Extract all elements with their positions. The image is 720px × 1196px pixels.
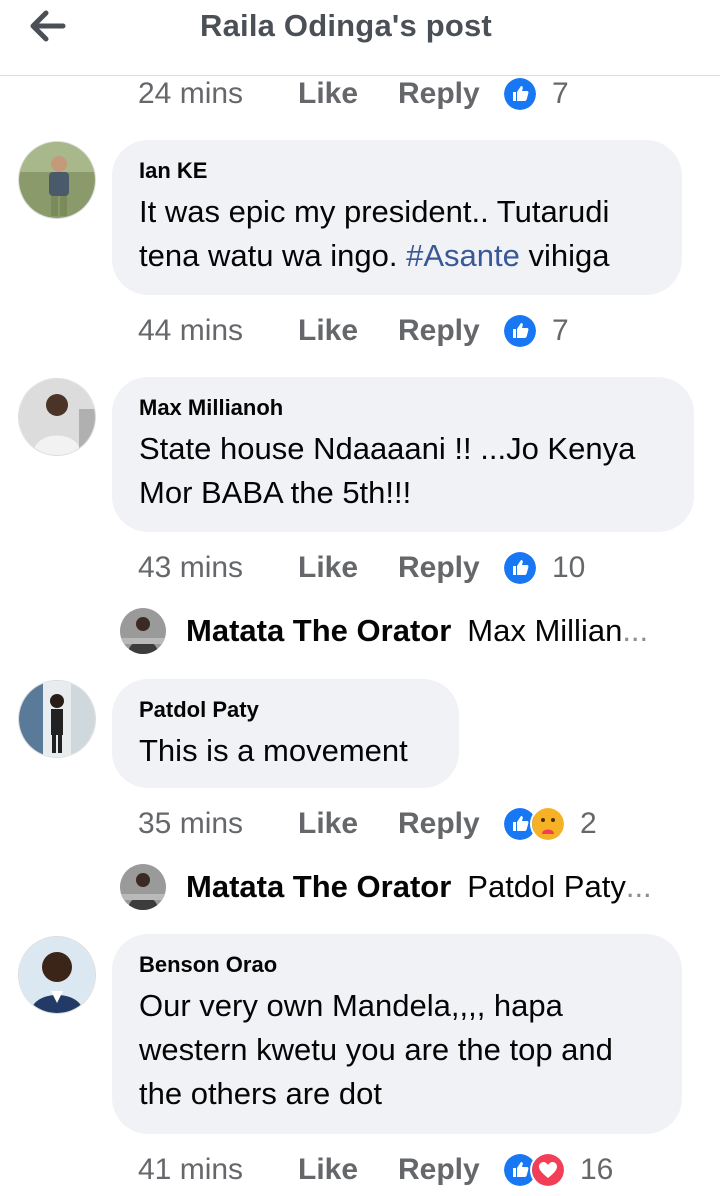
reply-button[interactable]: Reply — [398, 1153, 502, 1187]
ellipsis: ... — [625, 869, 652, 904]
reply-preview[interactable]: Matata The Orator Patdol Paty... — [120, 862, 652, 912]
comment-actions: 43 mins Like Reply 10 — [138, 548, 585, 588]
hashtag-link[interactable]: #Asante — [406, 238, 520, 273]
back-button[interactable] — [28, 8, 68, 44]
avatar-photo-patdol — [19, 681, 95, 757]
avatar — [120, 608, 166, 654]
reaction-count: 7 — [552, 77, 569, 110]
comment-bubble[interactable]: Benson Orao Our very own Mandela,,,, hap… — [112, 934, 682, 1134]
reaction-count: 2 — [580, 807, 597, 840]
commenter-name[interactable]: Benson Orao — [139, 952, 654, 978]
comment-text: This is a movement — [139, 733, 408, 768]
reply-author-name[interactable]: Matata The Orator — [186, 869, 451, 905]
reply-button[interactable]: Reply — [398, 77, 502, 111]
like-button[interactable]: Like — [298, 807, 398, 841]
commenter-name[interactable]: Max Millianoh — [139, 395, 666, 421]
reaction-count: 16 — [580, 1153, 614, 1186]
avatar-photo-ian — [19, 142, 95, 218]
reactions[interactable] — [502, 806, 566, 842]
avatar-photo-max — [19, 379, 95, 455]
reactions[interactable] — [502, 550, 538, 586]
comment-time: 41 mins — [138, 1153, 244, 1186]
comment-time: 35 mins — [138, 807, 244, 840]
like-reaction-icon — [502, 76, 538, 112]
comment-actions: 44 mins Like Reply 7 — [138, 311, 569, 351]
like-button[interactable]: Like — [298, 1153, 398, 1187]
like-button[interactable]: Like — [298, 314, 398, 348]
reply-text: Max Millian — [467, 613, 623, 648]
comment-text: It was epic my president.. Tutarudi tena… — [139, 190, 654, 278]
arrow-left-icon — [30, 10, 66, 42]
comment-time: 24 mins — [138, 77, 244, 110]
avatar-photo-matata — [120, 608, 166, 654]
comment-time: 43 mins — [138, 551, 244, 584]
reply-button[interactable]: Reply — [398, 807, 502, 841]
ellipsis: ... — [622, 613, 649, 648]
avatar-photo-matata — [120, 864, 166, 910]
comment-bubble[interactable]: Ian KE It was epic my president.. Tutaru… — [112, 140, 682, 295]
comment-time: 44 mins — [138, 314, 244, 347]
like-button[interactable]: Like — [298, 77, 398, 111]
comment-text-part: vihiga — [519, 238, 610, 273]
page-title: Raila Odinga's post — [200, 8, 492, 43]
comment-text: State house Ndaaaani !! ...Jo Kenya Mor … — [139, 431, 636, 510]
reply-preview[interactable]: Matata The Orator Max Millian... — [120, 606, 648, 656]
comment-bubble[interactable]: Max Millianoh State house Ndaaaani !! ..… — [112, 377, 694, 532]
reply-author-name[interactable]: Matata The Orator — [186, 613, 451, 649]
reply-button[interactable]: Reply — [398, 314, 502, 348]
reply-button[interactable]: Reply — [398, 551, 502, 585]
reaction-count: 7 — [552, 314, 569, 347]
header-bar: Raila Odinga's post — [0, 0, 720, 76]
like-reaction-icon — [502, 550, 538, 586]
like-button[interactable]: Like — [298, 551, 398, 585]
love-reaction-icon — [530, 1152, 566, 1188]
commenter-name[interactable]: Ian KE — [139, 158, 654, 184]
reaction-count: 10 — [552, 551, 586, 584]
care-reaction-icon — [530, 806, 566, 842]
avatar[interactable] — [18, 680, 96, 758]
comment-bubble[interactable]: Patdol Paty This is a movement — [112, 679, 459, 788]
commenter-name[interactable]: Patdol Paty — [139, 697, 431, 723]
reply-text: Patdol Paty — [467, 869, 626, 904]
comment-actions-prev: 24 mins Like Reply 7 — [138, 74, 569, 114]
reactions[interactable] — [502, 313, 538, 349]
avatar[interactable] — [18, 378, 96, 456]
reactions[interactable] — [502, 76, 538, 112]
comment-text: Our very own Mandela,,,, hapa western kw… — [139, 988, 613, 1111]
reactions[interactable] — [502, 1152, 566, 1188]
avatar[interactable] — [18, 141, 96, 219]
comment-actions: 35 mins Like Reply 2 — [138, 804, 597, 844]
avatar — [120, 864, 166, 910]
comment-actions: 41 mins Like Reply 16 — [138, 1150, 613, 1190]
avatar[interactable] — [18, 936, 96, 1014]
like-reaction-icon — [502, 313, 538, 349]
avatar-photo-benson — [19, 937, 95, 1013]
